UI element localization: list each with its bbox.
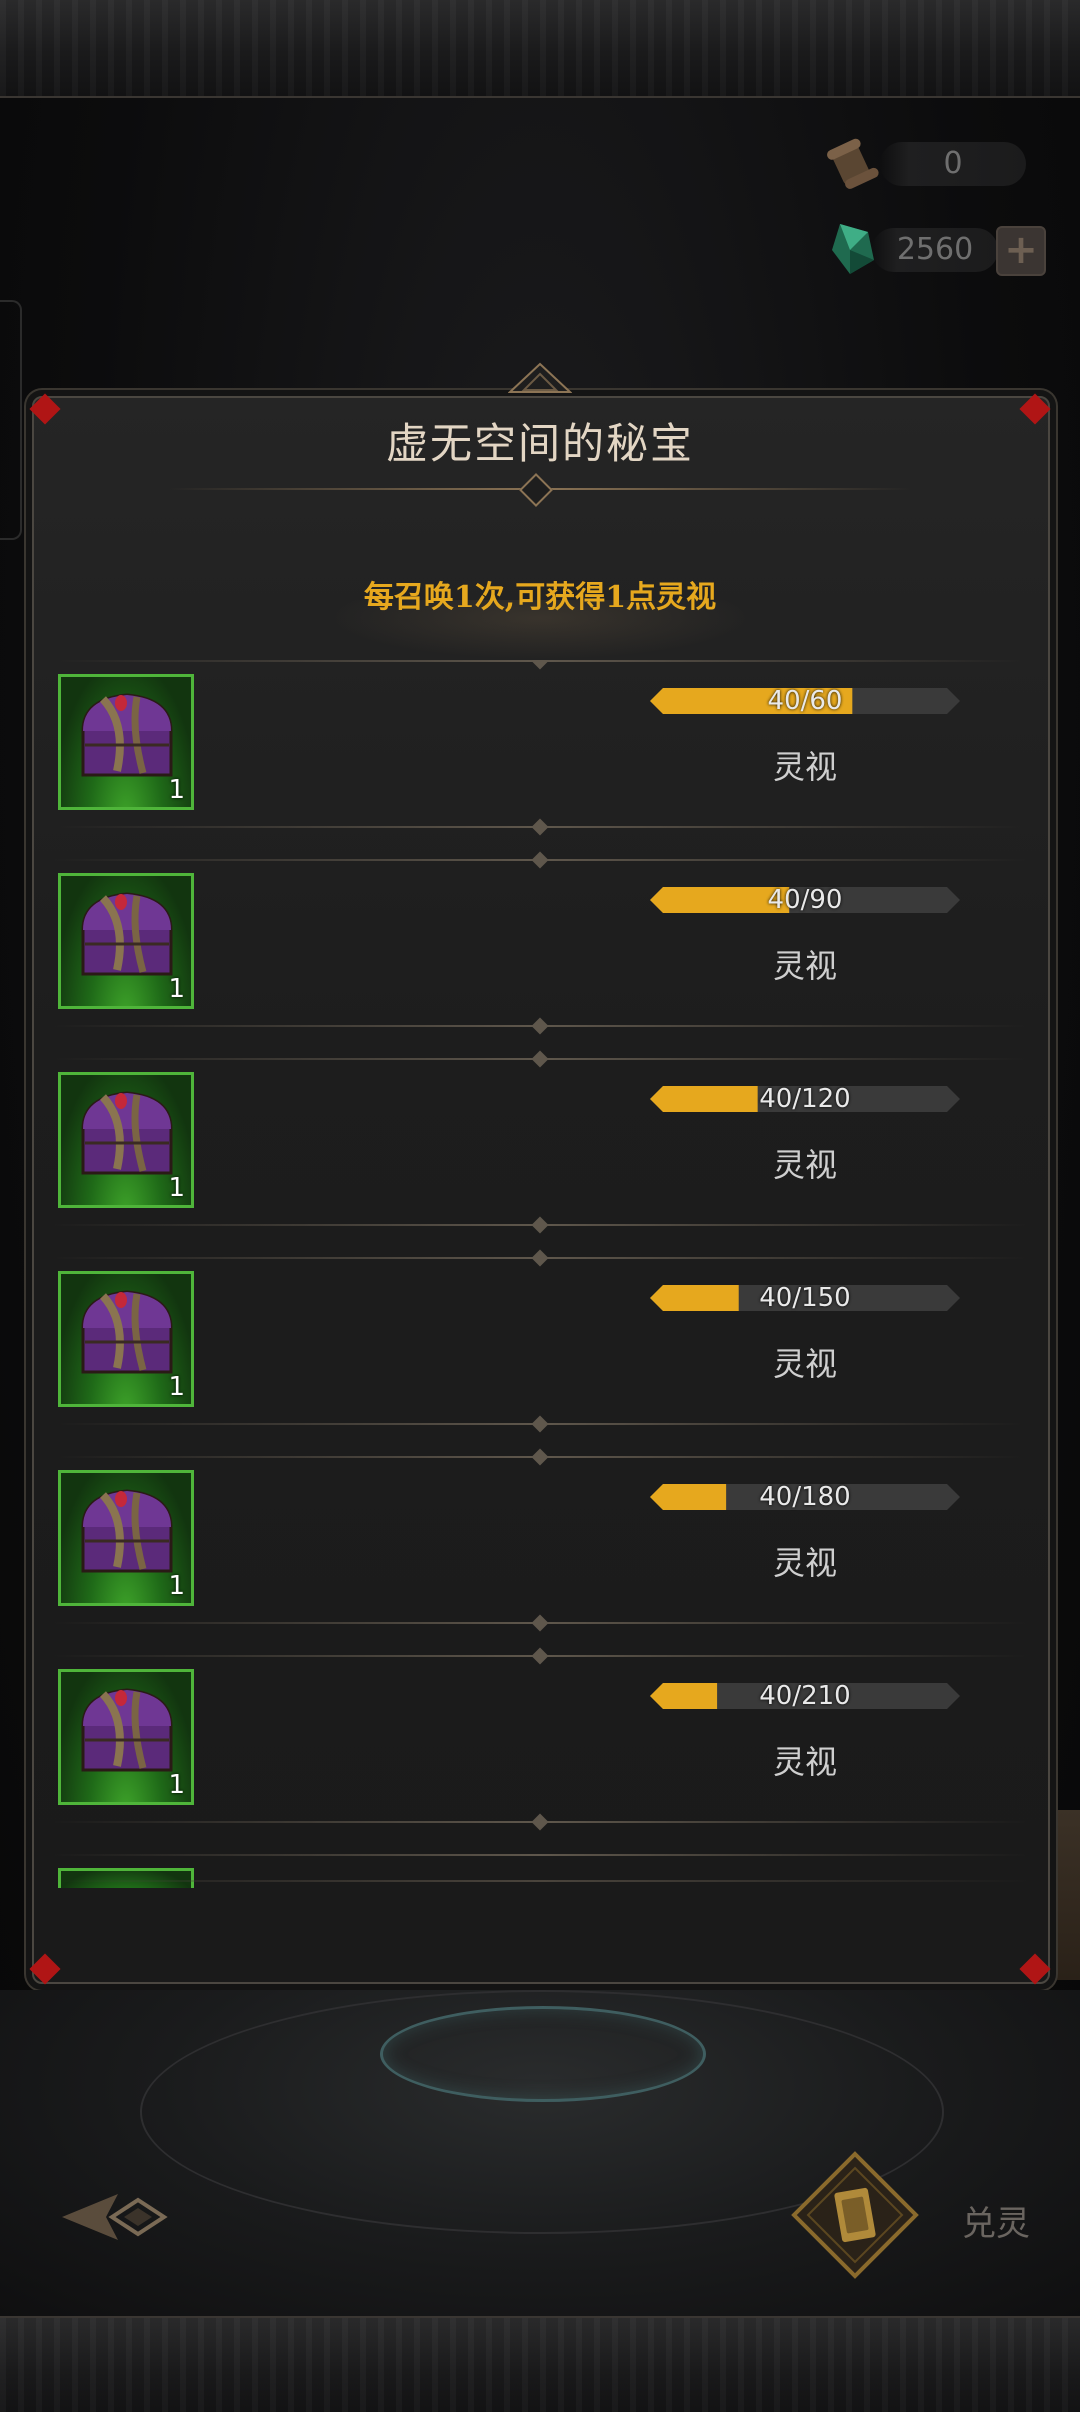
exchange-button[interactable] (790, 2150, 920, 2280)
reward-item-slot[interactable] (58, 1868, 194, 1888)
bottom-ornament-bar (0, 2316, 1080, 2412)
progress-text: 40/150 (759, 1283, 851, 1313)
row-divider-ornament (531, 1813, 549, 1831)
right-edge-decor (1046, 1810, 1080, 1980)
progress-text: 40/120 (759, 1084, 851, 1114)
reward-row: 1 40/120 灵视 (54, 1050, 1026, 1256)
plus-icon: + (1004, 227, 1038, 273)
purple-chest-icon (81, 693, 173, 777)
item-count: 1 (168, 1770, 185, 1800)
purple-chest-icon (81, 1688, 173, 1772)
panel-bottom-divider (52, 1880, 1028, 1882)
screen: 0 2560 + 虚无空间的秘宝 每召唤1次,可获得1点灵视 1 40/60 灵视 1… (0, 0, 1080, 2412)
reward-label: 灵视 (772, 1743, 837, 1781)
row-divider (54, 1854, 1026, 1856)
purple-chest-icon (81, 892, 173, 976)
exchange-label[interactable]: 兑灵 (962, 2196, 1030, 2245)
back-arrow-icon (62, 2194, 168, 2240)
progress-text: 40/90 (767, 885, 843, 915)
reward-row: 1 40/90 灵视 (54, 851, 1026, 1057)
item-count: 1 (168, 1571, 185, 1601)
gem-amount: 2560 (896, 232, 974, 267)
row-divider-ornament (531, 1017, 549, 1035)
progress-bar: 40/90 (650, 885, 960, 915)
item-count: 1 (168, 1372, 185, 1402)
progress-bar: 40/60 (650, 686, 960, 716)
purple-chest-icon (81, 1489, 173, 1573)
reward-label: 灵视 (772, 1544, 837, 1582)
row-divider-ornament (531, 1415, 549, 1433)
panel-subtitle: 每召唤1次,可获得1点灵视 (363, 580, 717, 615)
row-divider-ornament (531, 1216, 549, 1234)
progress-text: 40/210 (759, 1681, 851, 1711)
reward-label: 灵视 (772, 1345, 837, 1383)
add-gem-button[interactable]: + (996, 226, 1046, 276)
reward-label: 灵视 (772, 947, 837, 985)
reward-item-slot[interactable]: 1 (58, 1271, 194, 1407)
reward-row: 1 40/210 灵视 (54, 1647, 1026, 1853)
reward-row-partial (54, 1854, 1026, 1888)
progress-bar: 40/150 (650, 1283, 960, 1313)
row-divider-ornament (531, 818, 549, 836)
top-ornament (508, 362, 572, 393)
reward-item-slot[interactable]: 1 (58, 873, 194, 1009)
reward-label: 灵视 (772, 748, 837, 786)
item-count: 1 (168, 775, 185, 805)
reward-row: 1 40/60 灵视 (54, 660, 1026, 858)
green-crystal-icon (832, 224, 874, 274)
reward-item-slot[interactable]: 1 (58, 1072, 194, 1208)
reward-label: 灵视 (772, 1146, 837, 1184)
panel-title: 虚无空间的秘宝 (385, 419, 694, 468)
progress-bar: 40/210 (650, 1681, 960, 1711)
progress-text: 40/60 (767, 686, 843, 716)
progress-bar: 40/120 (650, 1084, 960, 1114)
purple-chest-icon (81, 1290, 173, 1374)
back-button[interactable] (58, 2190, 168, 2244)
reward-item-slot[interactable]: 1 (58, 674, 194, 810)
altar-glow-ring (380, 2006, 706, 2102)
scroll-icon (827, 138, 879, 189)
item-count: 1 (168, 1173, 185, 1203)
row-divider-ornament (531, 660, 549, 670)
purple-chest-icon (81, 1091, 173, 1175)
progress-bar: 40/180 (650, 1482, 960, 1512)
reward-row: 1 40/180 灵视 (54, 1448, 1026, 1654)
reward-list[interactable]: 1 40/60 灵视 1 40/90 灵视 1 40/120 灵视 1 40/150 灵视 1 40/18… (54, 660, 1026, 1888)
progress-text: 40/180 (759, 1482, 851, 1512)
reward-row: 1 40/150 灵视 (54, 1249, 1026, 1455)
row-divider-ornament (531, 1614, 549, 1632)
item-count: 1 (168, 974, 185, 1004)
top-ornament-bar (0, 0, 1080, 98)
card-diamond-icon (791, 2151, 919, 2279)
reward-item-slot[interactable]: 1 (58, 1470, 194, 1606)
scroll-amount: 0 (943, 146, 963, 181)
gem-currency: 2560 (872, 228, 998, 272)
reward-item-slot[interactable]: 1 (58, 1669, 194, 1805)
scroll-currency: 0 (880, 142, 1026, 186)
